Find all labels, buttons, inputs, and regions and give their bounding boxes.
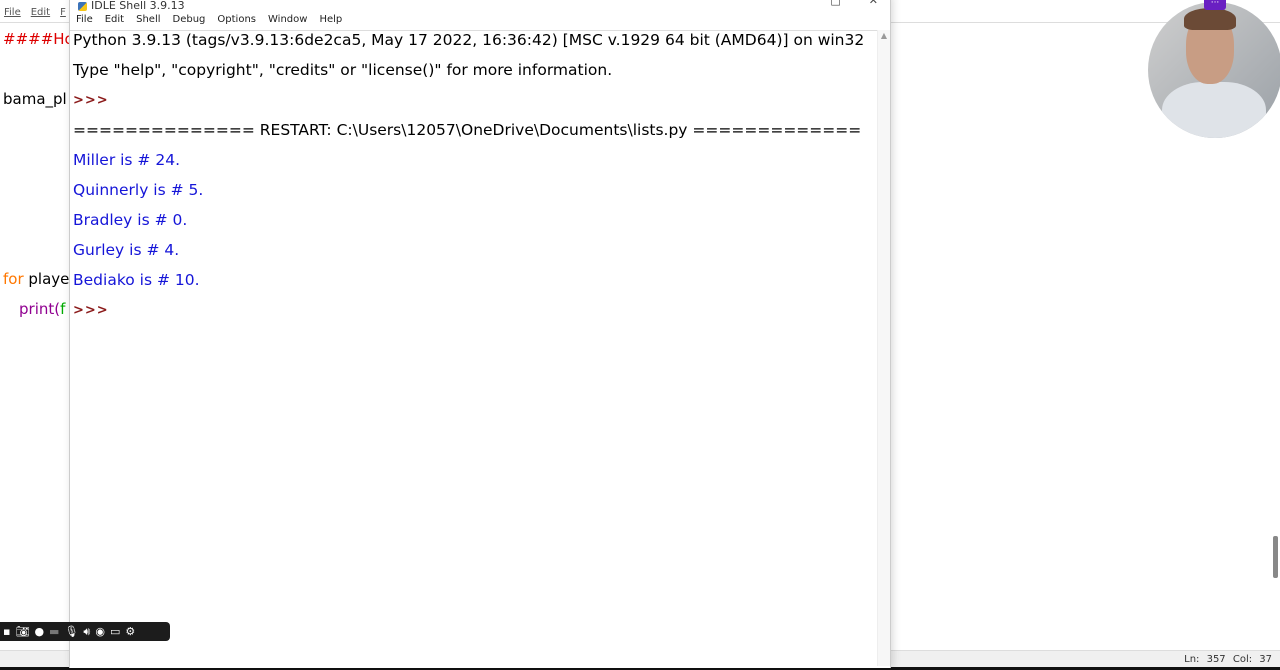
cursor-position: Ln: 357 Col: 37 — [1184, 654, 1272, 665]
menu-edit[interactable]: Edit — [105, 14, 124, 25]
menu-options[interactable]: Options — [217, 14, 256, 25]
menu-help[interactable]: Help — [319, 14, 342, 25]
editor-menu-file[interactable]: File — [4, 7, 21, 18]
scroll-up-arrow-icon[interactable]: ▲ — [878, 31, 890, 40]
speaker-icon[interactable]: 🔊︎ — [83, 625, 90, 639]
output-line: Bediako is # 10. — [73, 271, 200, 289]
menu-shell[interactable]: Shell — [136, 14, 160, 25]
maximize-button[interactable]: □ — [830, 0, 840, 7]
builtin: print( — [19, 300, 61, 318]
window-icon[interactable]: ▭ — [110, 625, 120, 638]
prompt: >>> — [73, 303, 109, 318]
mic-icon[interactable]: 🎙︎ — [64, 625, 78, 638]
close-button[interactable]: ✕ — [869, 0, 878, 7]
webcam-menu-button[interactable]: ··· — [1204, 0, 1226, 10]
code-line: print(f — [19, 300, 65, 318]
keyword: for — [3, 270, 24, 288]
output-line: Miller is # 24. — [73, 151, 181, 169]
prompt: >>> — [73, 93, 109, 108]
slider-icon[interactable]: ▬ — [49, 625, 59, 638]
code-text: f — [60, 300, 66, 318]
screenshot-icon[interactable]: ▪ — [3, 625, 10, 638]
shell-menubar: File Edit Shell Debug Options Window Hel… — [76, 14, 342, 25]
code-text: playe — [23, 270, 70, 288]
editor-scrollbar[interactable] — [1273, 536, 1278, 578]
recorder-toolbar: ▪ 📷︎ ● ▬ 🎙︎ 🔊︎ ◉ ▭ ⚙ — [0, 622, 170, 641]
editor-menubar: File Edit F — [4, 7, 66, 18]
restart-line: ============== RESTART: C:\Users\12057\O… — [73, 121, 862, 139]
window-controls: □ ✕ — [830, 0, 878, 7]
code-line: bama_pl — [3, 90, 67, 108]
python-icon — [78, 1, 87, 11]
banner-line: Type "help", "copyright", "credits" or "… — [73, 61, 613, 79]
editor-menu-format[interactable]: F — [60, 7, 66, 18]
code-line: for playe — [3, 270, 69, 288]
menu-window[interactable]: Window — [268, 14, 307, 25]
webcam-icon[interactable]: ◉ — [95, 625, 105, 638]
output-line: Gurley is # 4. — [73, 241, 180, 259]
idle-shell-window: IDLE Shell 3.9.13 □ ✕ File Edit Shell De… — [69, 0, 891, 668]
shell-text-area[interactable]: Python 3.9.13 (tags/v3.9.13:6de2ca5, May… — [70, 30, 878, 666]
output-line: Bradley is # 0. — [73, 211, 188, 229]
camera-icon[interactable]: 📷︎ — [15, 625, 29, 638]
editor-menu-edit[interactable]: Edit — [31, 7, 50, 18]
output-line: Quinnerly is # 5. — [73, 181, 204, 199]
gear-icon[interactable]: ⚙ — [125, 625, 135, 638]
banner-line: Python 3.9.13 (tags/v3.9.13:6de2ca5, May… — [73, 31, 865, 49]
window-title: IDLE Shell 3.9.13 — [91, 0, 185, 12]
record-icon[interactable]: ● — [34, 625, 44, 638]
menu-file[interactable]: File — [76, 14, 93, 25]
webcam-overlay — [1148, 2, 1280, 138]
shell-scrollbar[interactable]: ▲ — [877, 30, 890, 666]
menu-debug[interactable]: Debug — [173, 14, 206, 25]
window-titlebar: IDLE Shell 3.9.13 — [78, 0, 185, 12]
